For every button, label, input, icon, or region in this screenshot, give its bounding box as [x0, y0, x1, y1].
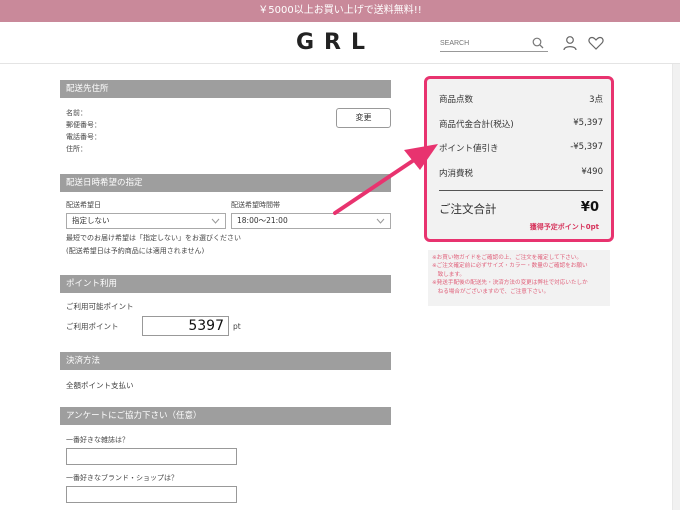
use-points-label: ご利用ポイント: [66, 322, 119, 331]
search-icon[interactable]: [532, 37, 544, 49]
order-total-value: ¥0: [580, 200, 599, 215]
zip-label: 郵便番号：: [66, 121, 101, 129]
promo-banner: ￥5000以上お買い上げで送料無料!!: [0, 0, 680, 22]
name-label: 名前：: [66, 109, 87, 117]
delivery-date-select[interactable]: 指定しない: [66, 213, 226, 229]
delivery-time-label: 配送希望時間帯: [231, 201, 280, 209]
delivery-time-select[interactable]: 18:00～21:00: [231, 213, 391, 229]
order-notes: ※お買い物ガイドをご確認の上、ご注文を確定して下さい。 ※ご注文確定前に必ずサイ…: [428, 250, 610, 306]
point-discount-label: ポイント値引き: [439, 144, 499, 154]
brand-input[interactable]: [66, 486, 237, 503]
order-total-label: ご注文合計: [439, 202, 497, 216]
points-heading: ポイント利用: [60, 275, 391, 293]
item-count-row: 商品点数 3点: [439, 93, 603, 105]
tax-row: 内消費税 ¥490: [439, 167, 603, 179]
heart-icon[interactable]: [588, 36, 604, 50]
site-header: GRL: [0, 22, 680, 64]
user-icon[interactable]: [562, 35, 578, 51]
item-count-value: 3点: [589, 95, 603, 105]
shipping-address-heading: 配送先住所: [60, 80, 391, 98]
note-line: ねる場合がございますので、ご注意下さい。: [432, 288, 550, 295]
note-line: ※発送手配後の配送先・決済方法の変更は弊社で対応いたしか: [432, 280, 588, 287]
subtotal-row: 商品代金合計(税込) ¥5,397: [439, 118, 603, 130]
subtotal-label: 商品代金合計(税込): [439, 120, 514, 130]
subtotal-value: ¥5,397: [573, 118, 603, 128]
tax-value: ¥490: [581, 167, 603, 177]
note-line: ※お買い物ガイドをご確認の上、ご注文を確定して下さい。: [432, 255, 582, 261]
survey-question-brand: 一番好きなブランド・ショップは？: [66, 474, 178, 482]
order-summary-panel: 商品点数 3点 商品代金合計(税込) ¥5,397 ポイント値引き -¥5,39…: [424, 76, 614, 242]
tax-label: 内消費税: [439, 169, 474, 179]
delivery-date-value: 指定しない: [72, 216, 110, 225]
item-count-label: 商品点数: [439, 95, 474, 105]
magazine-input[interactable]: [66, 448, 237, 465]
chevron-down-icon: [376, 218, 385, 224]
phone-label: 電話番号：: [66, 133, 101, 141]
site-logo[interactable]: GRL: [296, 30, 375, 55]
search-input[interactable]: [440, 36, 528, 51]
note-line: 致します。: [432, 271, 466, 278]
payment-heading: 決済方法: [60, 352, 391, 370]
point-discount-row: ポイント値引き -¥5,397: [439, 142, 603, 154]
chevron-down-icon: [211, 218, 220, 224]
summary-divider: [439, 190, 603, 191]
point-discount-value: -¥5,397: [570, 142, 603, 152]
use-points-input[interactable]: 5397: [142, 316, 229, 336]
note-line: ※ご注文確定前に必ずサイズ・カラー・数量のご確認をお願い: [432, 263, 588, 270]
page-scrollbar[interactable]: [672, 64, 680, 510]
earn-points-text: 獲得予定ポイント0pt: [529, 223, 599, 231]
survey-question-magazine: 一番好きな雑誌は？: [66, 436, 129, 444]
delivery-note-2: (配送希望日は予約商品には適用されません): [66, 247, 205, 255]
delivery-note-1: 最短でのお届け希望は「指定しない」をお選びください: [66, 234, 241, 242]
delivery-date-label: 配送希望日: [66, 201, 101, 209]
survey-heading: アンケートにご協力下さい（任意）: [60, 407, 391, 425]
delivery-time-value: 18:00～21:00: [237, 216, 288, 225]
change-address-button[interactable]: 変更: [336, 108, 391, 128]
available-points-label: ご利用可能ポイント: [66, 302, 134, 311]
search-box[interactable]: [440, 36, 548, 52]
address-label: 住所：: [66, 145, 87, 153]
payment-method: 全額ポイント支払い: [66, 381, 134, 390]
delivery-heading: 配送日時希望の指定: [60, 174, 391, 192]
points-unit: pt: [233, 322, 241, 331]
